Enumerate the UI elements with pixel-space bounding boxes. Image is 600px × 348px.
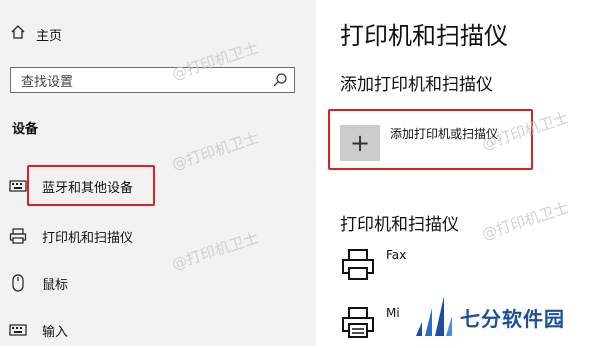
printer-name: Mi bbox=[386, 306, 400, 320]
sidebar-item-label: 输入 bbox=[42, 324, 69, 340]
settings-sidebar: 主页 查找设置 设备 蓝牙和其他设备 打印机和扫描仪 鼠标 输入 bbox=[0, 0, 316, 346]
printer-name: Fax bbox=[386, 248, 407, 262]
page-title: 打印机和扫描仪 bbox=[340, 22, 508, 50]
search-icon bbox=[273, 73, 287, 87]
nav-home[interactable]: 主页 bbox=[10, 22, 62, 46]
printer-icon bbox=[8, 226, 28, 246]
mouse-icon bbox=[8, 273, 28, 293]
add-section-title: 添加打印机和扫描仪 bbox=[340, 75, 493, 95]
sidebar-item-label: 鼠标 bbox=[42, 277, 69, 293]
add-printer-label: 添加打印机或扫描仪 bbox=[390, 127, 499, 141]
keyboard-icon bbox=[8, 176, 28, 196]
nav-home-label: 主页 bbox=[36, 28, 63, 44]
sidebar-item-mouse[interactable]: 鼠标 bbox=[8, 269, 68, 297]
printer-icon bbox=[342, 307, 374, 338]
keyboard-icon bbox=[8, 320, 28, 340]
plus-icon: + bbox=[340, 125, 380, 161]
brand-logo: 七分软件园 bbox=[412, 292, 592, 342]
brand-text: 七分软件园 bbox=[460, 306, 565, 331]
sidebar-item-input[interactable]: 输入 bbox=[8, 316, 68, 344]
printer-list-title: 打印机和扫描仪 bbox=[340, 215, 459, 235]
section-label-devices: 设备 bbox=[12, 122, 39, 137]
printer-item-fax[interactable]: Fax bbox=[340, 246, 540, 290]
home-icon bbox=[10, 24, 26, 44]
search-placeholder: 查找设置 bbox=[21, 74, 74, 90]
sidebar-item-printers[interactable]: 打印机和扫描仪 bbox=[8, 222, 133, 250]
sidebar-item-label: 打印机和扫描仪 bbox=[42, 230, 134, 246]
printer-icon bbox=[342, 249, 374, 280]
highlight-box bbox=[27, 165, 155, 206]
search-input[interactable]: 查找设置 bbox=[10, 67, 295, 93]
watermark: @打印机卫士 bbox=[479, 198, 571, 244]
add-printer-button[interactable]: + 添加打印机或扫描仪 bbox=[328, 109, 533, 170]
brand-logo-icon bbox=[416, 296, 452, 336]
